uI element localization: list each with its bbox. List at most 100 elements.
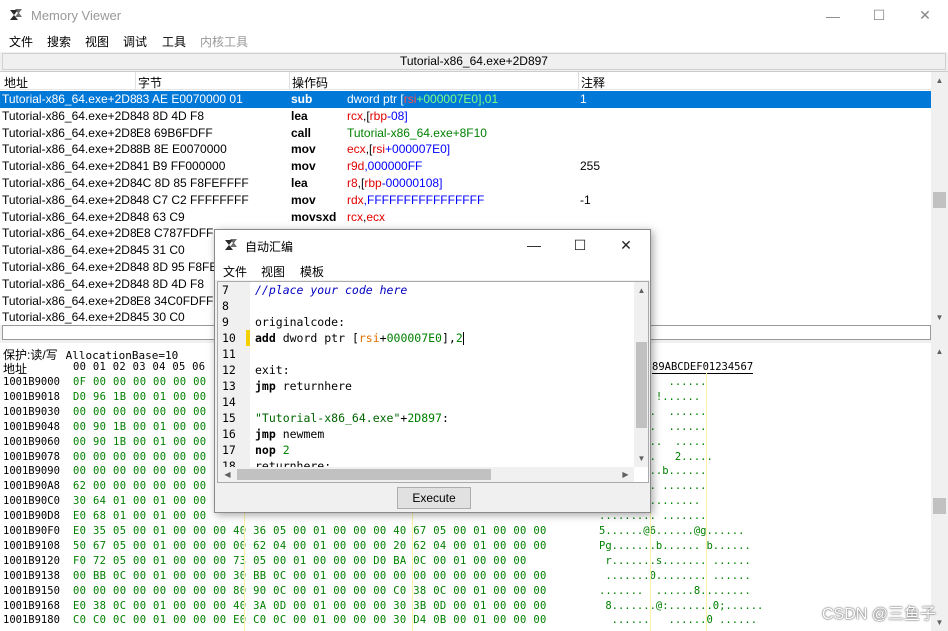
hex-row-ascii[interactable]: r.......s....... ...... [599,554,750,568]
menu-search[interactable]: 搜索 [47,33,71,50]
disasm-row[interactable]: Tutorial-x86_64.exe+2D8A78B 8E E0070000 m… [0,141,931,158]
hex-row-ascii[interactable]: 8.......@:.......0;...... [599,599,763,613]
hex-row[interactable]: 1001B9180 C0 C0 0C 00 01 00 00 00 E0 C0 0… [3,613,757,627]
line-number: 16 [222,427,236,441]
hex-row-ascii[interactable]: ....... ......8........ [599,584,751,598]
script-editor[interactable]: 7 //place your code here 8 9 originalcode: 10… [217,281,649,483]
hex-row-bytes[interactable]: F0 72 05 00 01 00 00 00 73 05 00 01 00 0… [73,554,527,568]
menu-debug[interactable]: 调试 [123,33,147,50]
hex-row[interactable]: 1001B90F0 E0 35 05 00 01 00 00 00 40 36 0… [3,524,744,538]
execute-button[interactable]: Execute [397,487,471,509]
col-comment[interactable]: 注释 [581,74,605,91]
disasm-row[interactable]: Tutorial-x86_64.exe+2D8A2E8 69B6FDFF call… [0,125,931,142]
dialog-menu-view[interactable]: 视图 [261,263,285,280]
hex-row-bytes[interactable]: 50 67 05 00 01 00 00 00 00 62 04 00 01 0… [73,539,547,553]
hex-row-bytes[interactable]: 62 00 00 00 00 00 00 [73,479,206,493]
hex-row[interactable]: 1001B9090 00 00 00 00 00 00 00 ..........b… [3,464,706,478]
hex-row[interactable]: 1001B90C030 64 01 00 01 00 00....... ...… [3,494,700,508]
dialog-maximize-button[interactable]: ☐ [557,230,603,260]
hex-row[interactable]: 1001B9018D0 96 1B 00 01 00 00........ !.… [3,390,700,404]
col-bytes[interactable]: 字节 [138,74,162,91]
scrollbar-thumb[interactable] [636,342,647,428]
dialog-close-button[interactable]: ✕ [603,230,649,260]
disasm-row[interactable]: Tutorial-x86_64.exe+2D8BA48 C7 C2 FFFFFF… [0,192,931,209]
hex-row[interactable]: 1001B9078 00 00 00 00 00 00 00 p !...... 2… [3,450,713,464]
disasm-row[interactable]: Tutorial-x86_64.exe+2D89E48 8D 4D F8 lea r… [0,108,931,125]
hex-row[interactable]: 1001B9000 0F 00 00 00 00 00 00. ...... ..… [3,375,706,389]
disasm-row[interactable]: Tutorial-x86_64.exe+2D897 83 AE E0070000 … [0,91,931,108]
hex-row[interactable]: 1001B9168 E0 38 0C 00 01 00 00 00 40 3A 0… [3,599,763,613]
code-line[interactable]: add dword ptr [rsi+000007E0],2 [255,330,464,346]
maximize-button[interactable]: ☐ [856,0,902,31]
hex-row[interactable]: 1001B9150 00 00 00 00 00 00 00 00 80 90 0… [3,584,751,598]
hex-row[interactable]: 1001B9048 00 90 1B 00 01 00 00.02...... .… [3,420,706,434]
hex-row[interactable]: 1001B9030 00 00 00 00 00 00 00 p,....... .… [3,405,706,419]
hex-row-ascii[interactable]: ...... ......0 ...... [599,613,757,627]
menu-tools[interactable]: 工具 [162,33,186,50]
disasm-row[interactable]: Tutorial-x86_64.exe+2D8C148 63 C9 movsxdr… [0,209,931,226]
hex-row[interactable]: 1001B9120 F0 72 05 00 01 00 00 00 73 05 0… [3,554,751,568]
code-line[interactable]: originalcode: [255,314,345,330]
scroll-up-arrow-icon[interactable]: ▲ [931,343,948,360]
scroll-down-arrow-icon[interactable]: ▼ [931,309,948,326]
hex-row[interactable]: 1001B9060 00 90 1B 00 01 00 00.......... … [3,435,706,449]
scroll-up-arrow-icon[interactable]: ▲ [931,72,948,89]
hex-row-bytes[interactable]: 00 00 00 00 00 00 00 00 80 90 0C 00 01 0… [73,584,547,598]
dialog-menu-template[interactable]: 模板 [300,263,324,280]
hex-row-bytes[interactable]: 00 00 00 00 00 00 00 [73,464,206,478]
scroll-up-arrow-icon[interactable]: ▲ [634,282,648,299]
hex-row-bytes[interactable]: E0 68 01 00 01 00 00 [73,509,206,523]
hex-row-ascii[interactable]: .......0........ ...... [599,569,750,583]
scroll-down-arrow-icon[interactable]: ▼ [634,450,648,467]
menu-kernel-tools[interactable]: 内核工具 [200,33,248,50]
disassembler-scrollbar[interactable]: ▲ ▼ [931,72,948,326]
hex-row-bytes[interactable]: 00 00 00 00 00 00 00 [73,450,206,464]
editor-vertical-scrollbar[interactable]: ▲ ▼ [634,282,648,467]
dialog-menu-file[interactable]: 文件 [223,263,247,280]
scroll-right-arrow-icon[interactable]: ▶ [618,466,633,482]
scrollbar-thumb[interactable] [237,469,491,480]
scrollbar-thumb[interactable] [933,498,946,514]
minimize-button[interactable]: — [810,0,856,31]
hex-row-bytes[interactable]: 00 00 00 00 00 00 00 [73,405,206,419]
hex-scrollbar[interactable]: ▲ ▼ [931,343,948,631]
col-opcode[interactable]: 操作码 [292,74,328,91]
disasm-row[interactable]: Tutorial-x86_64.exe+2D8B34C 8D 85 F8FEFF… [0,175,931,192]
col-address[interactable]: 地址 [4,74,28,91]
scrollbar-thumb[interactable] [933,192,946,208]
hex-row-bytes[interactable]: E0 35 05 00 01 00 00 00 40 36 05 00 01 0… [73,524,547,538]
hex-row-bytes[interactable]: 00 90 1B 00 01 00 00 [73,420,206,434]
dialog-minimize-button[interactable]: — [511,230,557,260]
hex-row[interactable]: 1001B9108 50 67 05 00 01 00 00 00 00 62 0… [3,539,751,553]
hex-row-bytes[interactable]: 0F 00 00 00 00 00 00 [73,375,206,389]
editor-horizontal-scrollbar[interactable]: ◀ ▶ [218,467,634,482]
hex-row-bytes[interactable]: C0 C0 0C 00 01 00 00 00 E0 C0 0C 00 01 0… [73,613,547,627]
hex-row-bytes[interactable]: D0 96 1B 00 01 00 00 [73,390,206,404]
current-address-header[interactable]: Tutorial-x86_64.exe+2D897 [2,53,946,70]
hex-row[interactable]: 1001B90A8 62 00 00 00 00 00 00 a........ .… [3,479,706,493]
code-line[interactable]: exit: [255,362,290,378]
hex-row-ascii[interactable]: 5......@6......@g...... [599,524,744,538]
menu-file[interactable]: 文件 [9,33,33,50]
code-line[interactable]: //place your code here [255,282,407,298]
hex-row-bytes[interactable]: 00 90 1B 00 01 00 00 [73,435,206,449]
disasm-row[interactable]: Tutorial-x86_64.exe+2D8AD41 B9 FF000000 m… [0,158,931,175]
code-line[interactable]: jmp newmem [255,426,324,442]
hex-row-bytes[interactable]: E0 38 0C 00 01 00 00 00 40 3A 0D 00 01 0… [73,599,547,613]
dialog-title-bar[interactable]: 自动汇编 — ☐ ✕ [215,230,650,260]
hex-row[interactable]: 1001B9138 00 BB 0C 00 01 00 00 00 30 BB 0… [3,569,751,583]
column-divider[interactable] [289,72,290,90]
code-line[interactable]: "Tutorial-x86_64.exe"+2D897: [255,410,449,426]
close-button[interactable]: ✕ [902,0,948,31]
code-line[interactable]: nop 2 [255,442,290,458]
column-divider[interactable] [135,72,136,90]
menu-view[interactable]: 视图 [85,33,109,50]
row-arguments: r9d,000000FF [347,158,577,175]
hex-row-bytes[interactable]: 00 BB 0C 00 01 00 00 00 30 BB 0C 00 01 0… [73,569,547,583]
hex-row-ascii[interactable]: Pg.......b...... b...... [599,539,751,553]
column-divider[interactable] [578,72,579,90]
hex-row-bytes[interactable]: 30 64 01 00 01 00 00 [73,494,206,508]
scroll-left-arrow-icon[interactable]: ◀ [220,466,235,482]
hex-row[interactable]: 1001B90D8 E0 68 01 00 01 00 00......... .… [3,509,706,523]
code-line[interactable]: jmp returnhere [255,378,352,394]
